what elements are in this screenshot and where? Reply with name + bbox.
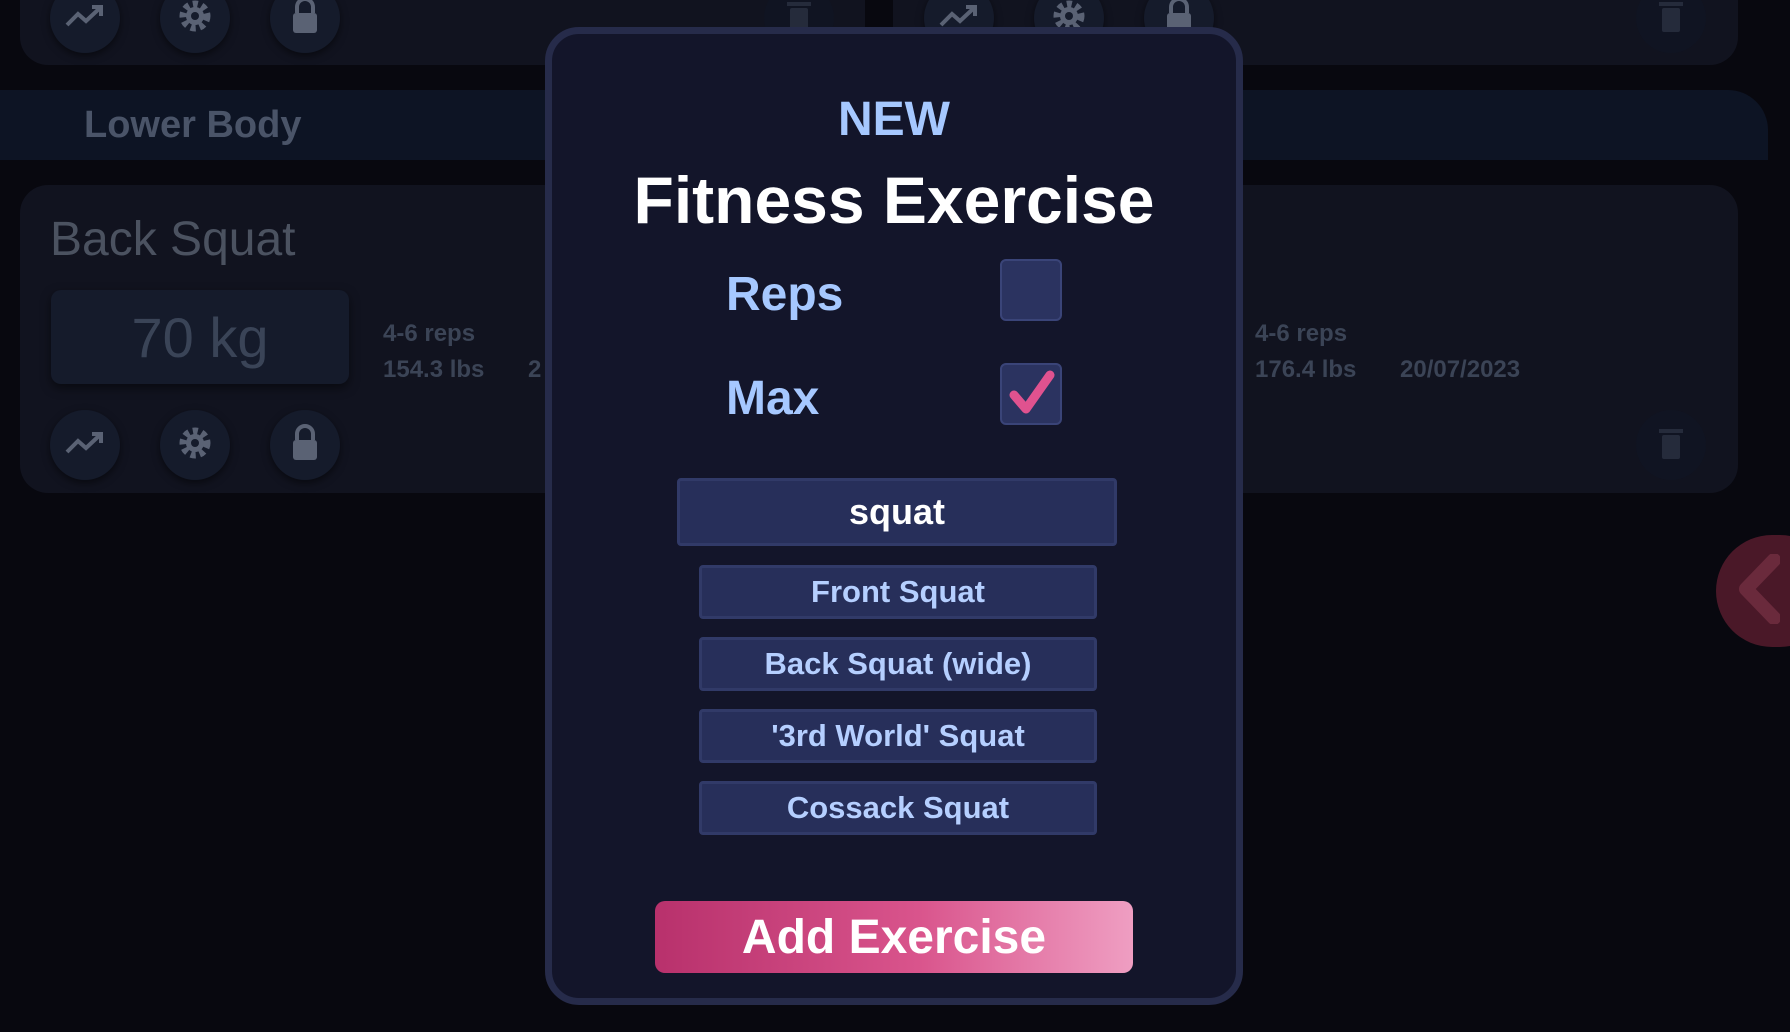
exercise-meta: 4-6 reps 154.3 lbs	[383, 316, 484, 388]
reps-range: 4-6 reps	[383, 320, 476, 347]
chevron-left-icon	[1736, 552, 1781, 629]
side-drawer-tab[interactable]	[1716, 535, 1790, 647]
max-label: Max	[726, 372, 820, 425]
reps-checkbox[interactable]	[1000, 259, 1062, 321]
exercise-name: Back Squat	[50, 213, 296, 266]
reps-range: 4-6 reps	[1255, 320, 1348, 347]
trash-icon	[1657, 0, 1685, 39]
suggestion-item[interactable]: Cossack Squat	[699, 781, 1097, 835]
reps-label: Reps	[726, 268, 844, 321]
lock-button[interactable]	[270, 410, 340, 480]
modal-title: Fitness Exercise	[633, 163, 1155, 237]
date-text: 2	[528, 356, 542, 383]
weight-lbs: 176.4 lbs	[1255, 356, 1357, 383]
settings-button[interactable]	[160, 410, 230, 480]
delete-button[interactable]	[1636, 410, 1706, 480]
suggestion-item[interactable]: Back Squat (wide)	[699, 637, 1097, 691]
gear-icon	[175, 0, 215, 41]
trending-up-icon	[65, 430, 105, 461]
suggestion-item[interactable]: Front Squat	[699, 565, 1097, 619]
lock-icon	[290, 0, 320, 40]
trash-icon	[1657, 425, 1685, 466]
modal-eyebrow: NEW	[838, 93, 950, 146]
add-exercise-button[interactable]: Add Exercise	[655, 901, 1133, 973]
weight-lbs: 154.3 lbs	[383, 356, 485, 383]
gear-icon	[175, 423, 215, 468]
date-text: 20/07/2023	[1400, 356, 1521, 383]
suggestion-item[interactable]: '3rd World' Squat	[699, 709, 1097, 763]
trend-button[interactable]	[50, 410, 120, 480]
lock-icon	[290, 423, 320, 467]
weight-display[interactable]: 70 kg	[51, 290, 349, 384]
exercise-search-input[interactable]	[677, 478, 1117, 546]
max-checkbox[interactable]	[1000, 363, 1062, 425]
trending-up-icon	[65, 3, 105, 34]
section-title: Lower Body	[84, 104, 302, 146]
exercise-meta: 4-6 reps 176.4 lbs	[1255, 316, 1356, 388]
new-exercise-modal: NEW Fitness Exercise Reps Max Front Squa…	[545, 27, 1243, 1005]
